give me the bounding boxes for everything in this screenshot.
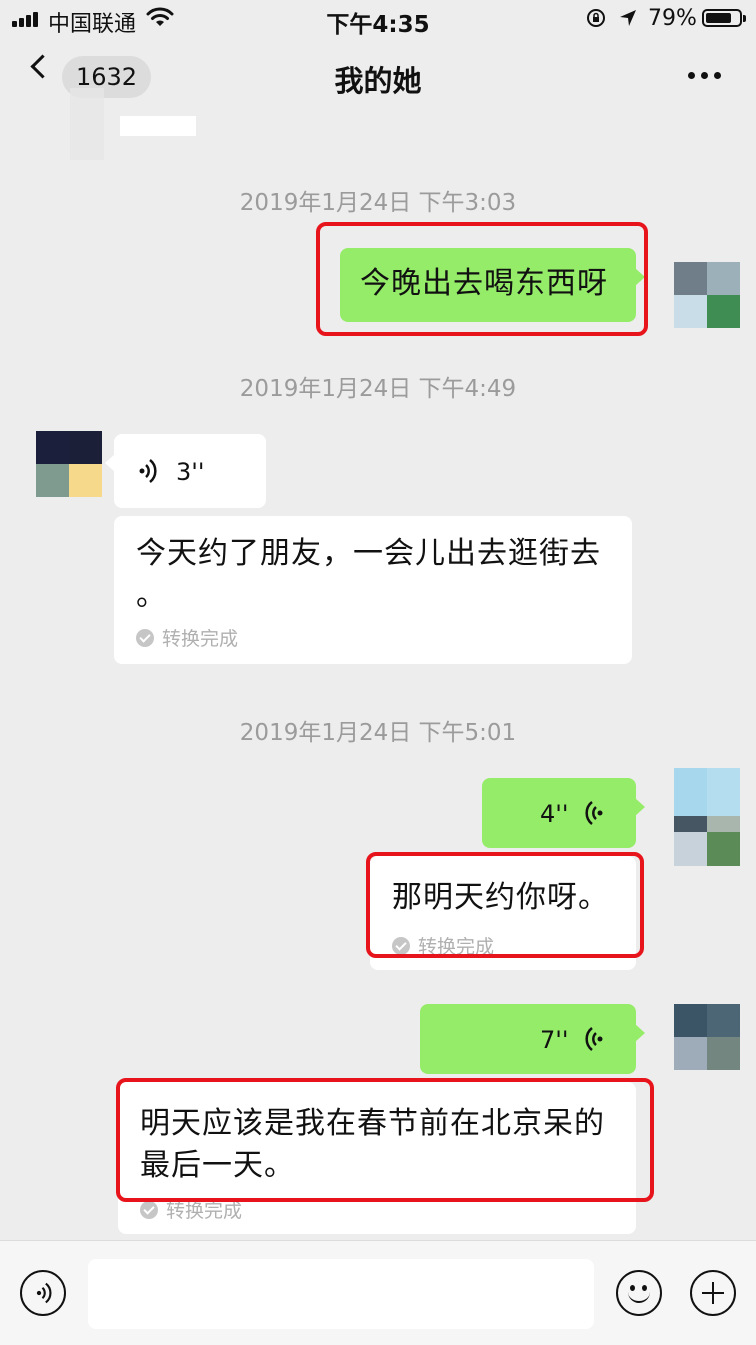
voice-input-icon[interactable] (20, 1270, 66, 1316)
voice-message-bubble-sent[interactable]: 4'' (482, 778, 645, 848)
voice-duration: 3'' (176, 458, 205, 486)
status-time: 下午4:35 (326, 12, 430, 38)
check-icon (136, 628, 154, 647)
battery-percent: 79% (648, 6, 697, 31)
blurred-fragment (70, 88, 104, 160)
convert-status-text: 转换完成 (162, 628, 239, 650)
voice-message-bubble-sent[interactable]: 7'' (420, 1004, 645, 1074)
transcript-line: 今天约了朋友，一会儿出去逛街去 (136, 536, 601, 571)
check-icon (140, 1200, 158, 1219)
voice-icon (139, 459, 157, 483)
plus-icon[interactable] (690, 1270, 736, 1316)
timestamp: 2019年1月24日 下午4:49 (239, 376, 517, 402)
transcript-bubble[interactable]: 今天约了朋友，一会儿出去逛街去 。 转换完成 (114, 516, 632, 664)
voice-icon (585, 801, 603, 825)
more-icon[interactable] (686, 72, 722, 80)
voice-message-bubble[interactable]: 3'' (105, 434, 266, 508)
message-input[interactable] (88, 1259, 594, 1329)
highlight-box (316, 222, 648, 336)
voice-icon (585, 1027, 603, 1051)
battery-icon (702, 9, 746, 27)
status-bar: 中国联通 下午4:35 79% (0, 0, 756, 40)
highlight-box (366, 852, 644, 958)
orientation-lock-icon (587, 9, 605, 27)
avatar-contact[interactable] (36, 431, 102, 497)
avatar-self[interactable] (674, 262, 740, 328)
voice-icon (36, 1282, 52, 1304)
blurred-fragment (120, 116, 196, 136)
timestamp: 2019年1月24日 下午5:01 (239, 720, 517, 746)
voice-duration: 4'' (540, 800, 569, 828)
convert-status: 转换完成 (136, 624, 238, 651)
avatar-fragment (674, 832, 707, 866)
avatar-fragment (707, 832, 740, 866)
emoji-icon[interactable] (616, 1270, 662, 1316)
location-icon (620, 10, 636, 26)
chat-title: 我的她 (334, 64, 422, 98)
voice-duration: 7'' (540, 1026, 569, 1054)
transcript-line: 。 (136, 578, 167, 613)
highlight-box (116, 1078, 654, 1202)
timestamp: 2019年1月24日 下午3:03 (239, 190, 517, 216)
avatar-self[interactable] (674, 1004, 740, 1070)
battery-fill (706, 13, 731, 23)
